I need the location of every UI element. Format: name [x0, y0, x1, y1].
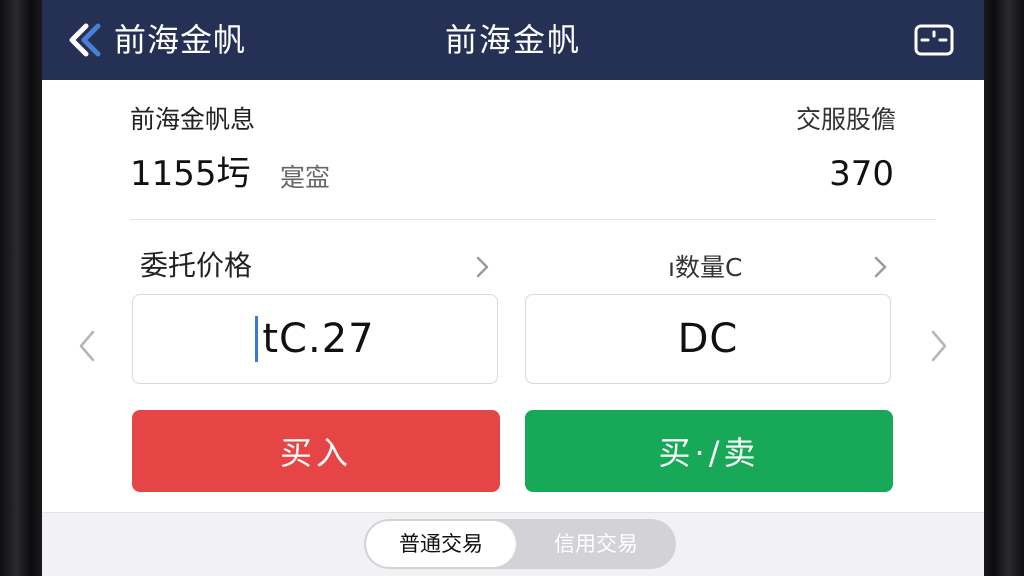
quantity-value: DC [677, 316, 739, 362]
tab-normal-trade[interactable]: 普通交易 [366, 521, 516, 567]
text-caret [255, 316, 259, 362]
info-label-left: 前海金帆息 [130, 105, 256, 134]
window-icon[interactable] [912, 20, 956, 60]
chevron-left-icon[interactable] [74, 326, 100, 366]
phone-frame-right [984, 0, 1024, 576]
trade-mode-segmented-control: 普通交易 信用交易 [364, 519, 676, 569]
info-label-right: 交服股儋 [795, 105, 896, 134]
info-value-left: 1155圬 [130, 154, 251, 194]
chevron-right-icon[interactable] [870, 254, 890, 280]
trade-card: 前海金帆息 交服股儋 1155圬 寔寍 370 委托价格 ı数量C tC.27 … [42, 80, 984, 512]
divider [130, 219, 936, 220]
quantity-label: ı数量C [668, 253, 743, 282]
price-input[interactable]: tC.27 [132, 294, 498, 384]
app-screen: 前海金帆 前海金帆 前海金帆息 交服股儋 1155圬 寔寍 370 委托价格 ı… [42, 0, 984, 576]
chevron-right-icon[interactable] [926, 326, 952, 366]
info-value-right: 370 [829, 154, 894, 194]
price-label: 委托价格 [140, 249, 253, 282]
info-unit: 寔寍 [280, 163, 331, 192]
sell-button[interactable]: 买·/卖 [525, 410, 893, 492]
chevron-right-icon[interactable] [472, 254, 492, 280]
quantity-input[interactable]: DC [525, 294, 891, 384]
buy-button[interactable]: 买入 [132, 410, 500, 492]
tab-credit-trade[interactable]: 信用交易 [520, 519, 672, 569]
navigation-bar: 前海金帆 前海金帆 [42, 0, 984, 80]
phone-frame-left [0, 0, 42, 576]
page-title: 前海金帆 [444, 21, 581, 59]
bottom-bar: 普通交易 信用交易 [42, 512, 984, 576]
price-value: tC.27 [262, 316, 375, 362]
